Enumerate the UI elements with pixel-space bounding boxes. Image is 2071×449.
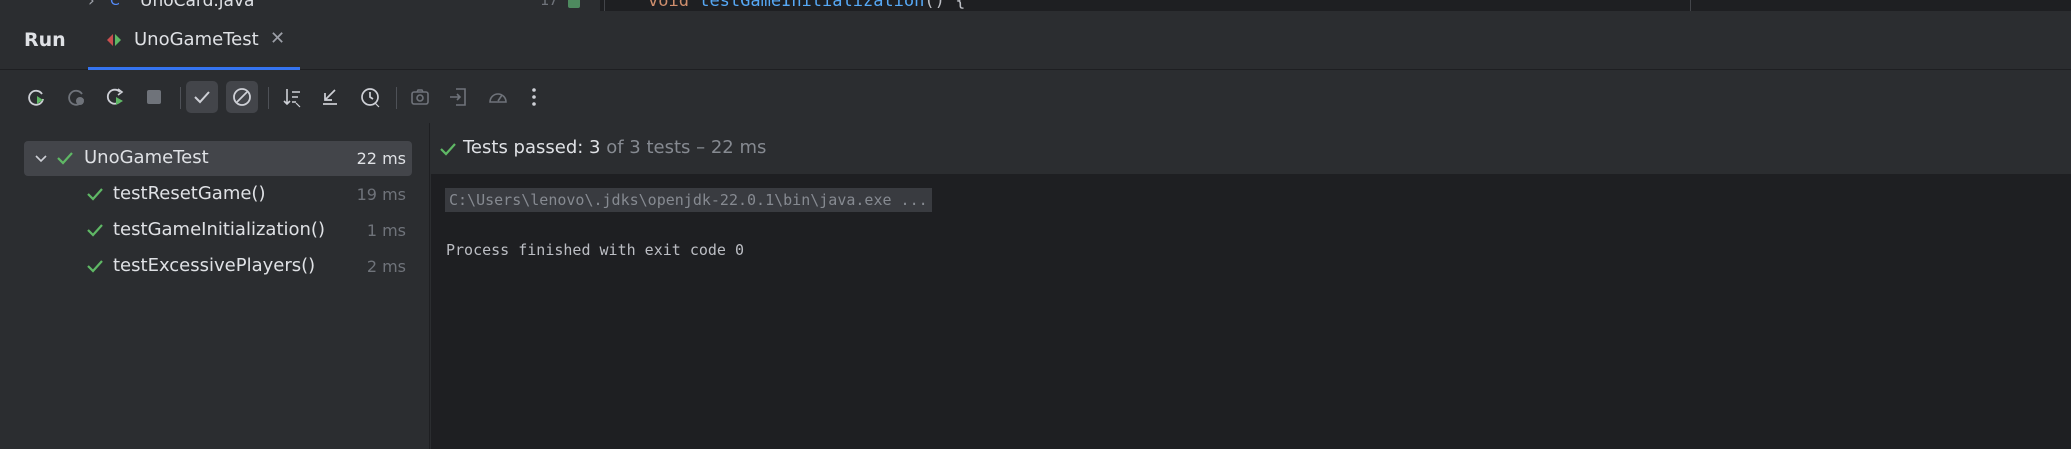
tab-unogametest[interactable]: UnoGameTest ✕ bbox=[88, 11, 300, 70]
toggle-auto-test-icon bbox=[106, 88, 124, 105]
screenshot-button[interactable] bbox=[404, 81, 436, 113]
check-icon bbox=[439, 140, 457, 158]
import-tests-icon bbox=[450, 88, 466, 106]
show-passed-toggle[interactable] bbox=[186, 81, 218, 113]
stop-button[interactable] bbox=[138, 81, 170, 113]
ignored-icon bbox=[233, 88, 251, 106]
rerun-icon bbox=[28, 89, 44, 106]
import-tests-button[interactable] bbox=[442, 81, 474, 113]
tests-passed-count: Tests passed: 3 bbox=[463, 137, 601, 158]
command-line[interactable]: C:\Users\lenovo\.jdks\openjdk-22.0.1\bin… bbox=[445, 188, 932, 212]
check-icon bbox=[56, 149, 74, 167]
collapse-all-button[interactable] bbox=[314, 81, 346, 113]
editor-right-margin bbox=[1690, 0, 1691, 11]
code-rest: () { bbox=[924, 0, 966, 11]
collapse-all-icon bbox=[323, 89, 337, 105]
line-number: 17 bbox=[540, 0, 559, 9]
tests-total-duration: of 3 tests – 22 ms bbox=[600, 137, 767, 158]
run-tool-window: Run UnoGameTest ✕ UnoGameTest 22 ms test… bbox=[0, 11, 2071, 449]
test-status-text: Tests passed: 3 of 3 tests – 22 ms bbox=[463, 137, 766, 158]
class-icon: C bbox=[110, 0, 120, 9]
tree-root-unogametest[interactable]: UnoGameTest 22 ms bbox=[24, 141, 412, 176]
sort-button[interactable] bbox=[276, 81, 308, 113]
code-keyword: void bbox=[648, 0, 689, 11]
tree-item-label: testExcessivePlayers() bbox=[113, 255, 316, 276]
tree-item-testresetgame[interactable]: testResetGame() 19 ms bbox=[24, 177, 412, 212]
test-config-icon bbox=[104, 30, 124, 50]
tree-item-duration: 2 ms bbox=[366, 257, 406, 276]
editor-strip: › C UnoCard.java 17 void testGameInitial… bbox=[0, 0, 2071, 11]
tree-item-testexcessiveplayers[interactable]: testExcessivePlayers() 2 ms bbox=[24, 249, 412, 284]
more-options-button[interactable] bbox=[518, 81, 550, 113]
test-status-bar: Tests passed: 3 of 3 tests – 22 ms bbox=[431, 123, 2071, 173]
tool-window-title: Run bbox=[24, 29, 66, 51]
check-icon bbox=[86, 185, 104, 203]
rerun-failed-icon bbox=[68, 89, 84, 106]
gutter-run-icon[interactable] bbox=[568, 0, 580, 8]
tree-item-duration: 22 ms bbox=[356, 149, 406, 168]
close-icon[interactable]: ✕ bbox=[270, 28, 285, 49]
code-line: void testGameInitialization() { bbox=[648, 0, 965, 11]
test-history-button[interactable] bbox=[354, 81, 386, 113]
tree-item-label: testGameInitialization() bbox=[113, 219, 325, 240]
tree-item-label: testResetGame() bbox=[113, 183, 266, 204]
screenshot-icon bbox=[411, 89, 429, 105]
tree-item-duration: 1 ms bbox=[366, 221, 406, 240]
stop-icon bbox=[147, 90, 161, 104]
toolbar-separator bbox=[268, 87, 269, 109]
tree-item-testgameinitialization[interactable]: testGameInitialization() 1 ms bbox=[24, 213, 412, 248]
check-icon bbox=[86, 257, 104, 275]
tree-item-label: UnoGameTest bbox=[84, 147, 209, 168]
chevron-down-icon[interactable] bbox=[32, 149, 50, 167]
rerun-failed-button[interactable] bbox=[60, 81, 92, 113]
project-file-label[interactable]: UnoCard.java bbox=[140, 0, 254, 11]
show-ignored-toggle[interactable] bbox=[226, 81, 258, 113]
toggle-auto-test-button[interactable] bbox=[100, 81, 132, 113]
test-tree: UnoGameTest 22 ms testResetGame() 19 ms … bbox=[0, 123, 430, 449]
tool-window-header: Run UnoGameTest ✕ bbox=[0, 11, 2071, 70]
run-toolbar bbox=[0, 71, 2071, 123]
test-history-icon bbox=[361, 88, 380, 108]
speedometer-button[interactable] bbox=[482, 81, 514, 113]
tab-label: UnoGameTest bbox=[134, 29, 259, 50]
sort-alphabetically-icon bbox=[283, 89, 301, 108]
process-exit-message: Process finished with exit code 0 bbox=[446, 241, 745, 259]
toolbar-separator bbox=[180, 87, 181, 109]
rerun-button[interactable] bbox=[20, 81, 52, 113]
speedometer-icon bbox=[489, 93, 507, 103]
more-options-icon bbox=[532, 88, 536, 106]
toolbar-separator bbox=[396, 87, 397, 109]
tree-item-duration: 19 ms bbox=[356, 185, 406, 204]
chevron-right-icon: › bbox=[88, 0, 95, 11]
check-icon bbox=[86, 221, 104, 239]
divider bbox=[604, 0, 605, 11]
checkmark-icon bbox=[194, 91, 210, 104]
code-method: testGameInitialization bbox=[699, 0, 925, 11]
console-output[interactable]: C:\Users\lenovo\.jdks\openjdk-22.0.1\bin… bbox=[431, 174, 2071, 449]
